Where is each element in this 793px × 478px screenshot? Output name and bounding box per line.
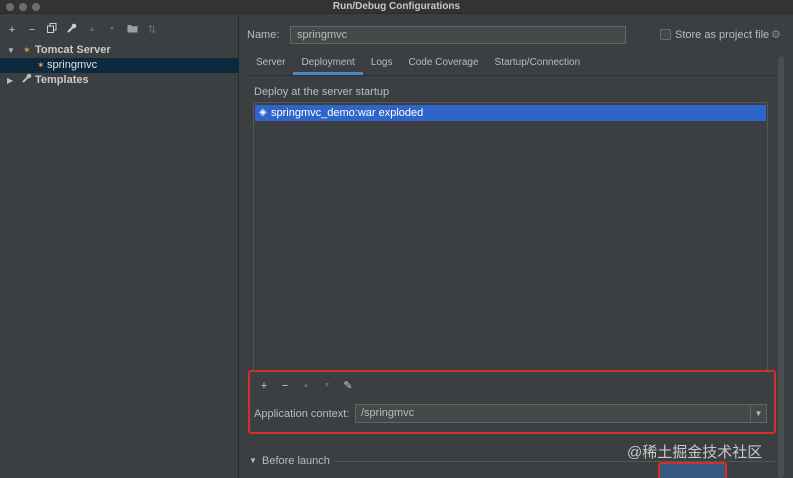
application-context-combo[interactable]: /springmvc ▼ (355, 404, 767, 423)
move-artifact-up-button[interactable]: ▲ (300, 379, 312, 393)
store-as-project-file-label: Store as project file (675, 29, 770, 41)
tomcat-icon: ✶ (23, 45, 31, 55)
add-artifact-button[interactable]: + (258, 379, 270, 393)
add-configuration-button[interactable]: + (6, 23, 18, 37)
remove-artifact-button[interactable]: − (279, 379, 291, 393)
wrench-icon (22, 73, 32, 88)
tab-startup-connection[interactable]: Startup/Connection (487, 53, 589, 73)
move-artifact-down-button[interactable]: ▼ (321, 379, 333, 393)
tree-node-label: Templates (35, 74, 89, 86)
tab-code-coverage[interactable]: Code Coverage (401, 53, 487, 73)
tree-node-tomcat-server[interactable]: ▼ ✶ Tomcat Server (0, 43, 239, 58)
chevron-down-icon[interactable]: ▼ (750, 405, 766, 422)
tree-node-templates[interactable]: ▶ Templates (0, 73, 239, 88)
expand-arrow-icon[interactable]: ▼ (7, 43, 15, 58)
ok-button[interactable] (658, 462, 727, 478)
edit-artifact-button[interactable]: ✎ (342, 379, 354, 393)
tab-server[interactable]: Server (248, 53, 293, 73)
tree-node-label: springmvc (47, 59, 98, 71)
deployment-list[interactable]: ◈ springmvc_demo:war exploded (253, 102, 768, 372)
tomcat-icon: ✶ (37, 60, 45, 70)
name-input[interactable]: springmvc (290, 26, 626, 44)
tree-node-springmvc[interactable]: ✶ springmvc (0, 58, 239, 73)
store-as-project-file-checkbox[interactable] (660, 29, 671, 40)
artifact-icon: ◈ (259, 107, 267, 118)
deploy-item-label: springmvc_demo:war exploded (271, 107, 424, 119)
folder-icon (127, 25, 137, 33)
vertical-scrollbar[interactable] (778, 56, 784, 478)
collapse-arrow-icon[interactable]: ▶ (7, 73, 13, 88)
deploy-heading: Deploy at the server startup (254, 86, 390, 98)
tree-node-label: Tomcat Server (35, 44, 111, 56)
list-item[interactable]: ◈ springmvc_demo:war exploded (255, 105, 766, 121)
window-title: Run/Debug Configurations (332, 1, 461, 12)
watermark-text: @稀土掘金技术社区 (627, 444, 763, 461)
copy-icon (47, 23, 57, 33)
copy-configuration-button[interactable] (46, 23, 58, 37)
application-context-value: /springmvc (361, 407, 415, 419)
sort-button[interactable]: ⇅ (146, 23, 158, 37)
configurations-toolbar: + − ▲ ▼ ⇅ (6, 23, 158, 37)
move-up-button[interactable]: ▲ (86, 23, 98, 37)
title-bar: Run/Debug Configurations (0, 0, 793, 14)
name-label: Name: (247, 29, 280, 41)
before-launch-label[interactable]: Before launch (262, 455, 330, 467)
folder-button[interactable] (126, 23, 138, 37)
tab-logs[interactable]: Logs (363, 53, 401, 73)
configurations-sidebar: + − ▲ ▼ ⇅ ▼ ✶ Tomcat Server ✶ springmvc … (0, 15, 239, 478)
edit-defaults-button[interactable] (66, 23, 78, 37)
tab-strip: Server Deployment Logs Code Coverage Sta… (248, 53, 589, 75)
gear-icon[interactable]: ⚙ (771, 28, 781, 41)
move-down-button[interactable]: ▼ (106, 23, 118, 37)
remove-configuration-button[interactable]: − (26, 23, 38, 37)
tab-deployment[interactable]: Deployment (293, 53, 364, 75)
wrench-icon (67, 23, 77, 33)
configurations-tree: ▼ ✶ Tomcat Server ✶ springmvc ▶ Template… (0, 43, 239, 88)
application-context-label: Application context: (254, 408, 350, 420)
before-launch-toggle-icon[interactable]: ▼ (249, 456, 257, 465)
tab-divider (244, 75, 776, 76)
deployment-toolbar: + − ▲ ▼ ✎ (258, 379, 354, 393)
